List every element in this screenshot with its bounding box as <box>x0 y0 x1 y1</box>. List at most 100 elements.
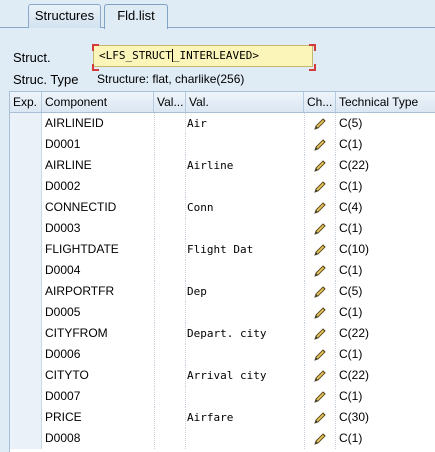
value-cell: Conn <box>187 201 214 214</box>
pencil-icon[interactable] <box>313 117 327 134</box>
table-row[interactable]: FLIGHTDATE Flight Dat C(10) <box>10 239 435 260</box>
val-short-cell <box>154 176 186 197</box>
change-cell[interactable] <box>304 218 336 239</box>
table-row[interactable]: CONNECTID Conn C(4) <box>10 197 435 218</box>
col-header-change[interactable]: Ch... <box>304 92 336 112</box>
change-cell[interactable] <box>304 323 336 344</box>
change-cell[interactable] <box>304 239 336 260</box>
change-cell[interactable] <box>304 113 336 134</box>
pencil-icon[interactable] <box>313 432 327 449</box>
expand-cell[interactable] <box>10 386 42 407</box>
table-row[interactable]: D0003 C(1) <box>10 218 435 239</box>
focus-corner-bottom-right <box>309 64 316 71</box>
expand-cell[interactable] <box>10 113 42 134</box>
val-short-cell <box>154 428 186 449</box>
expand-cell[interactable] <box>10 281 42 302</box>
change-cell[interactable] <box>304 407 336 428</box>
pencil-icon[interactable] <box>313 138 327 155</box>
struct-value-before-caret: <LFS_STRUCT <box>99 49 172 62</box>
component-cell: D0008 <box>45 431 81 445</box>
tab-structures[interactable]: Structures <box>28 4 101 28</box>
component-cell: AIRLINE <box>45 158 92 172</box>
change-cell[interactable] <box>304 134 336 155</box>
col-header-exp[interactable]: Exp. <box>10 92 42 112</box>
technical-type-cell: C(22) <box>339 326 370 340</box>
expand-cell[interactable] <box>10 155 42 176</box>
expand-cell[interactable] <box>10 218 42 239</box>
change-cell[interactable] <box>304 428 336 449</box>
change-cell[interactable] <box>304 176 336 197</box>
change-cell[interactable] <box>304 155 336 176</box>
component-cell: CITYFROM <box>45 326 108 340</box>
expand-cell[interactable] <box>10 239 42 260</box>
expand-cell[interactable] <box>10 365 42 386</box>
technical-type-cell: C(1) <box>339 305 363 319</box>
struct-input[interactable]: <LFS_STRUCT_INTERLEAVED> <box>93 45 313 67</box>
focus-corner-top-right <box>309 44 316 51</box>
table-row[interactable]: AIRLINEID Air C(5) <box>10 113 435 134</box>
expand-cell[interactable] <box>10 428 42 449</box>
pencil-icon[interactable] <box>313 327 327 344</box>
expand-cell[interactable] <box>10 323 42 344</box>
val-short-cell <box>154 218 186 239</box>
table-row[interactable]: AIRPORTFR Dep C(5) <box>10 281 435 302</box>
table-row[interactable]: D0002 C(1) <box>10 176 435 197</box>
pencil-icon[interactable] <box>313 243 327 260</box>
component-cell: D0004 <box>45 263 81 277</box>
table-row[interactable]: CITYTO Arrival city C(22) <box>10 365 435 386</box>
component-cell: PRICE <box>45 410 82 424</box>
expand-cell[interactable] <box>10 302 42 323</box>
component-cell: AIRPORTFR <box>45 284 115 298</box>
component-cell: D0002 <box>45 179 81 193</box>
value-cell <box>186 428 304 449</box>
table-row[interactable]: D0006 C(1) <box>10 344 435 365</box>
val-short-cell <box>154 323 186 344</box>
technical-type-cell: C(5) <box>339 116 363 130</box>
expand-cell[interactable] <box>10 176 42 197</box>
change-cell[interactable] <box>304 197 336 218</box>
col-header-component[interactable]: Component <box>42 92 154 112</box>
pencil-icon[interactable] <box>313 285 327 302</box>
value-cell <box>186 176 304 197</box>
table-row[interactable]: PRICE Airfare C(30) <box>10 407 435 428</box>
table-row[interactable]: D0008 C(1) <box>10 428 435 449</box>
technical-type-cell: C(10) <box>339 242 370 256</box>
expand-cell[interactable] <box>10 197 42 218</box>
val-short-cell <box>154 260 186 281</box>
change-cell[interactable] <box>304 365 336 386</box>
expand-cell[interactable] <box>10 260 42 281</box>
struct-type-label: Struc. Type <box>13 72 79 87</box>
pencil-icon[interactable] <box>313 222 327 239</box>
col-header-value[interactable]: Val. <box>186 92 304 112</box>
pencil-icon[interactable] <box>313 264 327 281</box>
change-cell[interactable] <box>304 260 336 281</box>
tab-field-list[interactable]: Fld.list <box>104 4 168 29</box>
field-list-table: Exp. Component Val... Val. Ch... Technic… <box>9 91 435 452</box>
expand-cell[interactable] <box>10 344 42 365</box>
pencil-icon[interactable] <box>313 369 327 386</box>
change-cell[interactable] <box>304 344 336 365</box>
change-cell[interactable] <box>304 386 336 407</box>
table-row[interactable]: AIRLINE Airline C(22) <box>10 155 435 176</box>
expand-cell[interactable] <box>10 407 42 428</box>
table-row[interactable]: D0005 C(1) <box>10 302 435 323</box>
change-cell[interactable] <box>304 281 336 302</box>
pencil-icon[interactable] <box>313 411 327 428</box>
table-row[interactable]: CITYFROM Depart. city C(22) <box>10 323 435 344</box>
table-header: Exp. Component Val... Val. Ch... Technic… <box>10 92 435 113</box>
change-cell[interactable] <box>304 302 336 323</box>
component-cell: D0007 <box>45 389 81 403</box>
pencil-icon[interactable] <box>313 306 327 323</box>
pencil-icon[interactable] <box>313 180 327 197</box>
pencil-icon[interactable] <box>313 201 327 218</box>
value-cell: Arrival city <box>187 369 267 382</box>
pencil-icon[interactable] <box>313 159 327 176</box>
pencil-icon[interactable] <box>313 390 327 407</box>
expand-cell[interactable] <box>10 134 42 155</box>
col-header-val-short[interactable]: Val... <box>154 92 186 112</box>
table-row[interactable]: D0001 C(1) <box>10 134 435 155</box>
table-row[interactable]: D0007 C(1) <box>10 386 435 407</box>
pencil-icon[interactable] <box>313 348 327 365</box>
col-header-technical-type[interactable]: Technical Type <box>336 92 435 112</box>
table-row[interactable]: D0004 C(1) <box>10 260 435 281</box>
